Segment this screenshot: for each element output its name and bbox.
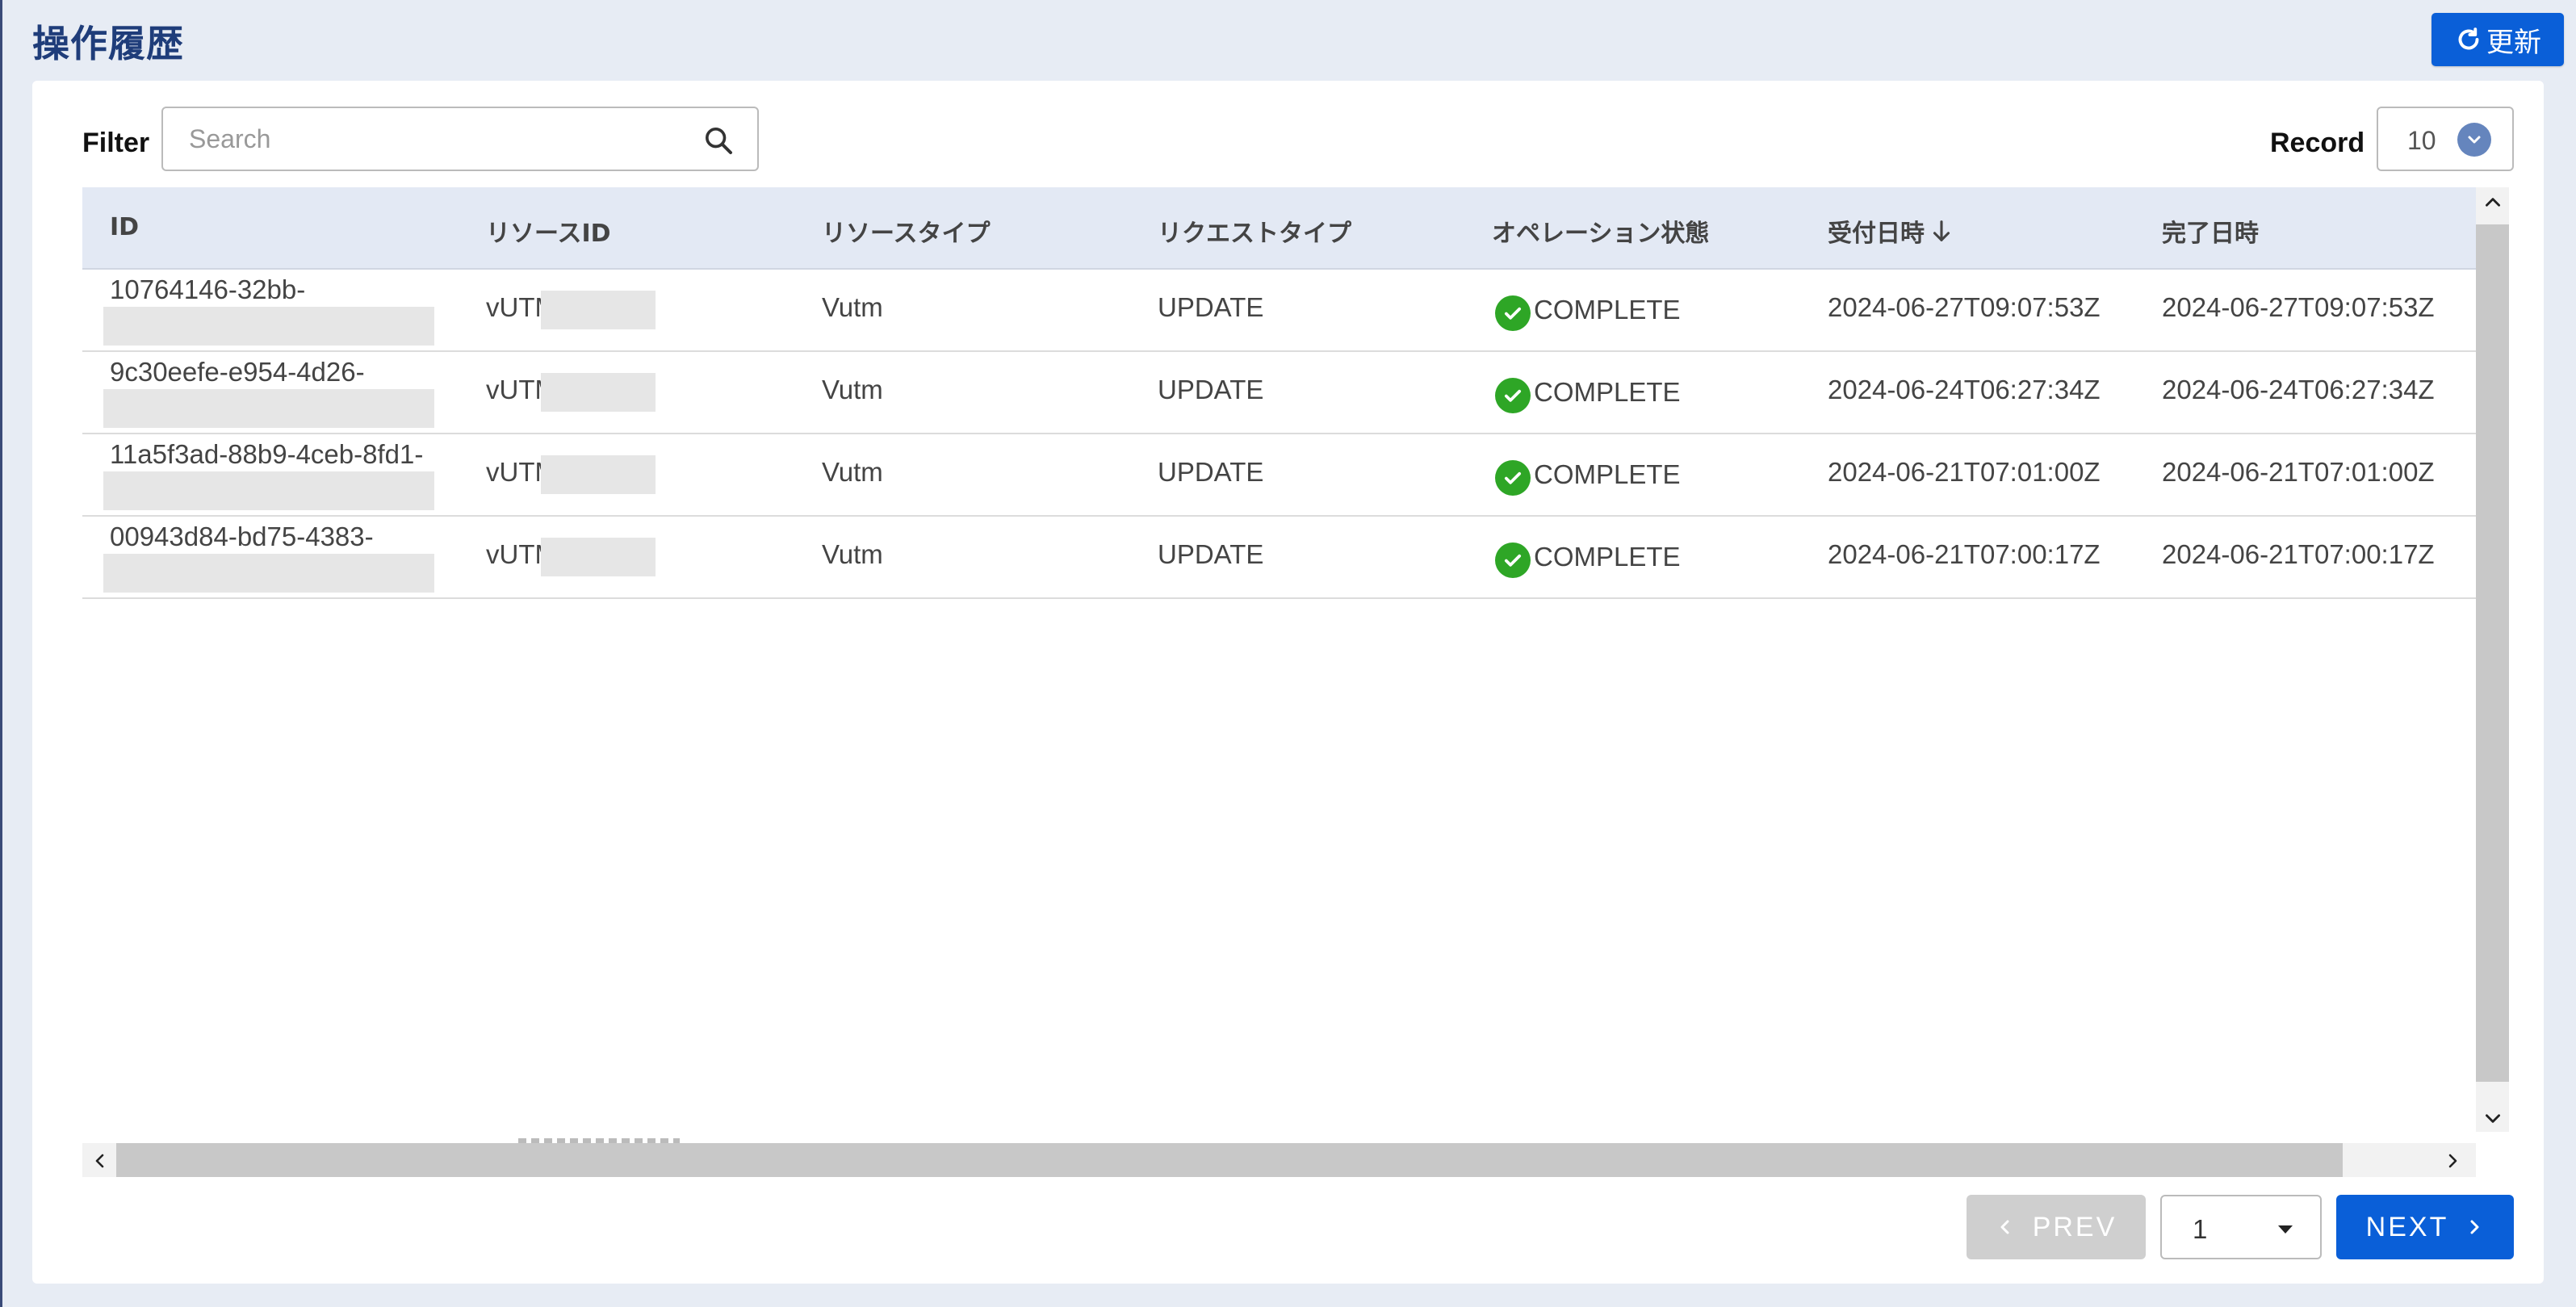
redacted-resource-id	[541, 455, 656, 494]
column-header-received[interactable]: 受付日時	[1828, 213, 1955, 249]
record-label: Record	[2270, 128, 2365, 158]
page-value: 1	[2193, 1214, 2208, 1244]
search-box[interactable]	[161, 107, 759, 171]
refresh-button[interactable]: 更新	[2431, 13, 2564, 66]
record-value: 10	[2407, 126, 2436, 155]
redacted-resource-id	[541, 538, 656, 576]
cell-request-type: UPDATE	[1158, 292, 1264, 322]
next-button[interactable]: NEXT	[2336, 1195, 2514, 1259]
status-text: COMPLETE	[1534, 295, 1681, 325]
status-text: COMPLETE	[1534, 542, 1681, 572]
column-header-completed[interactable]: 完了日時	[2162, 213, 2259, 249]
caret-down-icon	[2278, 1225, 2293, 1234]
cell-id: 00943d84-bd75-4383-	[110, 522, 374, 551]
prev-button[interactable]: PREV	[1967, 1195, 2146, 1259]
table-row[interactable]: 10764146-32bb- vUTM Vutm UPDATE COMPLETE…	[82, 270, 2476, 352]
column-header-resource-id[interactable]: リソースID	[486, 213, 611, 249]
vertical-scrollbar[interactable]	[2476, 187, 2509, 1132]
cell-resource-type: Vutm	[822, 457, 883, 487]
redacted-resource-id	[541, 373, 656, 412]
cell-completed: 2024-06-24T06:27:34Z	[2162, 375, 2435, 404]
chevron-right-icon[interactable]	[2443, 1151, 2462, 1171]
redacted-id	[103, 307, 434, 346]
cell-received: 2024-06-21T07:00:17Z	[1828, 539, 2101, 569]
column-header-request-type[interactable]: リクエストタイプ	[1158, 213, 1351, 249]
check-circle-icon	[1495, 378, 1531, 413]
status-text: COMPLETE	[1534, 377, 1681, 407]
cell-id: 9c30eefe-e954-4d26-	[110, 357, 365, 387]
cell-status: COMPLETE	[1495, 539, 1681, 578]
cell-id: 11a5f3ad-88b9-4ceb-8fd1-	[110, 439, 424, 469]
next-label: NEXT	[2365, 1211, 2449, 1242]
horizontal-scroll-thumb[interactable]	[116, 1143, 2343, 1177]
column-header-operation-status[interactable]: オペレーション状態	[1492, 213, 1709, 249]
cell-resource-type: Vutm	[822, 375, 883, 404]
search-input[interactable]	[163, 108, 680, 170]
window-edge	[0, 0, 2, 1307]
cell-received: 2024-06-24T06:27:34Z	[1828, 375, 2101, 404]
column-header-resource-type[interactable]: リソースタイプ	[822, 213, 991, 249]
check-circle-icon	[1495, 295, 1531, 331]
cell-request-type: UPDATE	[1158, 539, 1264, 569]
redacted-resource-id	[541, 291, 656, 329]
table-header: ID リソースID リソースタイプ リクエストタイプ オペレーション状態 受付日…	[82, 187, 2476, 270]
cell-id: 10764146-32bb-	[110, 274, 306, 304]
cell-status: COMPLETE	[1495, 375, 1681, 413]
refresh-icon	[2458, 27, 2479, 50]
redacted-id	[103, 389, 434, 428]
chevron-right-icon	[2470, 1220, 2479, 1234]
cell-status: COMPLETE	[1495, 457, 1681, 496]
filter-label: Filter	[82, 128, 150, 158]
redacted-id	[103, 471, 434, 510]
cell-resource-type: Vutm	[822, 539, 883, 569]
chevron-down-icon[interactable]	[2482, 1108, 2503, 1129]
cell-received: 2024-06-21T07:01:00Z	[1828, 457, 2101, 487]
refresh-label: 更新	[2486, 26, 2541, 59]
column-header-id[interactable]: ID	[110, 213, 139, 241]
table-row[interactable]: 11a5f3ad-88b9-4ceb-8fd1- vUTM Vutm UPDAT…	[82, 434, 2476, 517]
search-icon[interactable]	[702, 124, 735, 157]
cell-completed: 2024-06-21T07:00:17Z	[2162, 539, 2435, 569]
chevron-up-icon[interactable]	[2482, 192, 2503, 213]
table-row[interactable]: 9c30eefe-e954-4d26- vUTM Vutm UPDATE COM…	[82, 352, 2476, 434]
cell-request-type: UPDATE	[1158, 375, 1264, 404]
check-circle-icon	[1495, 460, 1531, 496]
cell-completed: 2024-06-21T07:01:00Z	[2162, 457, 2435, 487]
cell-completed: 2024-06-27T09:07:53Z	[2162, 292, 2435, 322]
cell-resource-type: Vutm	[822, 292, 883, 322]
cell-request-type: UPDATE	[1158, 457, 1264, 487]
check-circle-icon	[1495, 542, 1531, 578]
horizontal-scrollbar[interactable]	[82, 1143, 2476, 1177]
cell-status: COMPLETE	[1495, 292, 1681, 331]
cell-received: 2024-06-27T09:07:53Z	[1828, 292, 2101, 322]
status-text: COMPLETE	[1534, 459, 1681, 489]
prev-label: PREV	[2032, 1211, 2117, 1242]
page-select[interactable]: 1	[2160, 1195, 2322, 1259]
arrow-down-icon	[1933, 220, 1950, 241]
column-header-received-label: 受付日時	[1828, 220, 1925, 248]
history-table: ID リソースID リソースタイプ リクエストタイプ オペレーション状態 受付日…	[82, 187, 2509, 1177]
vertical-scroll-thumb[interactable]	[2476, 224, 2509, 1082]
chevron-left-icon[interactable]	[90, 1151, 110, 1171]
chevron-left-icon	[2000, 1220, 2009, 1234]
record-select[interactable]: 10	[2377, 107, 2514, 171]
table-row[interactable]: 00943d84-bd75-4383- vUTM Vutm UPDATE COM…	[82, 517, 2476, 599]
redacted-id	[103, 554, 434, 593]
page-title: 操作履歴	[32, 22, 184, 65]
history-card: Filter Record 10 ID リソースID リソースタイプ リクエスト…	[32, 81, 2544, 1284]
chevron-down-icon	[2457, 123, 2491, 157]
